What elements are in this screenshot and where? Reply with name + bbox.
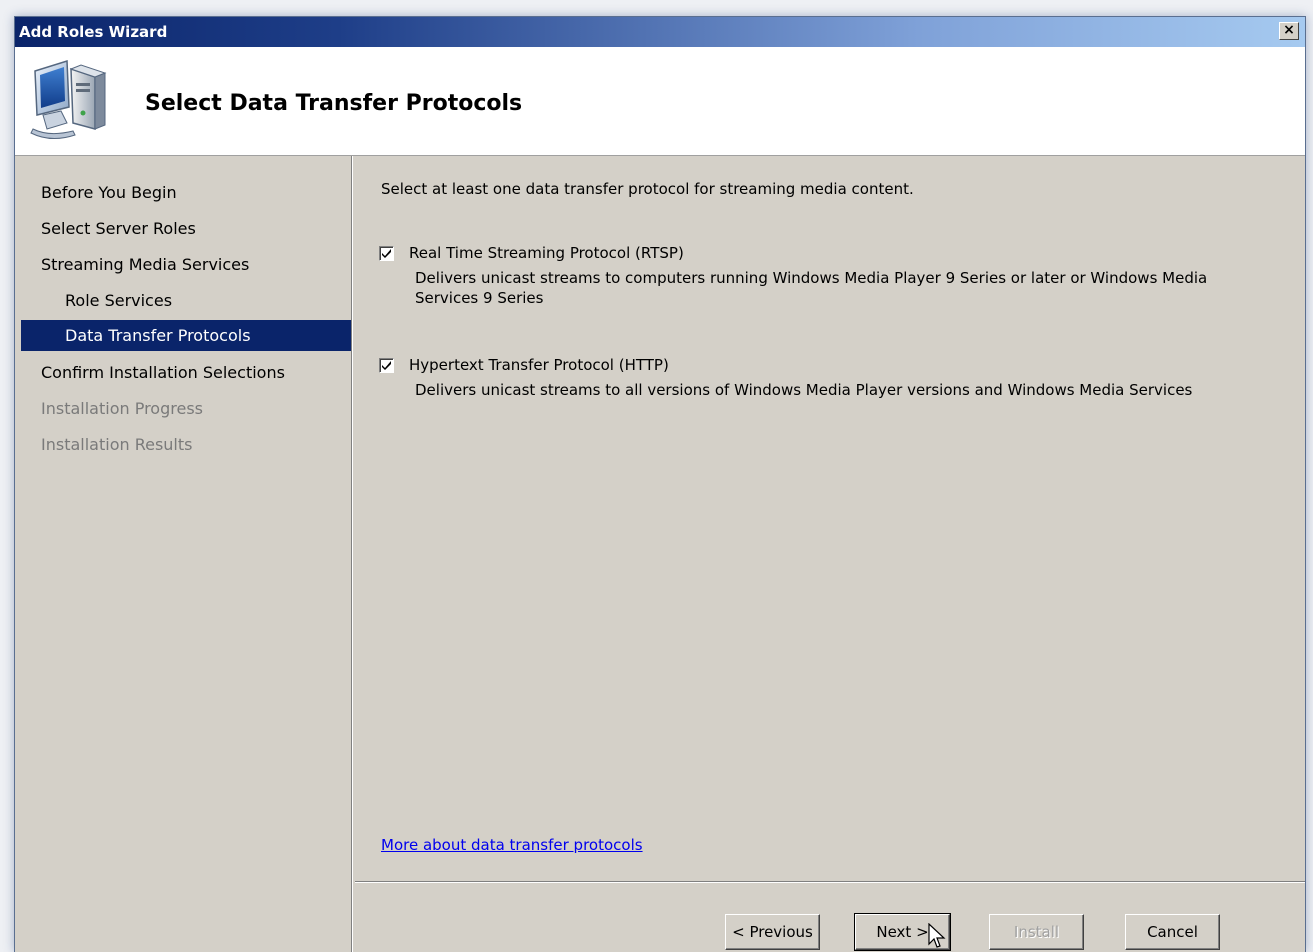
window-title: Add Roles Wizard bbox=[19, 23, 168, 41]
intro-text: Select at least one data transfer protoc… bbox=[381, 180, 914, 198]
checkmark-icon bbox=[382, 361, 391, 370]
step-confirm-installation-selections[interactable]: Confirm Installation Selections bbox=[21, 356, 351, 392]
http-checkbox[interactable] bbox=[379, 358, 394, 373]
computer-server-icon bbox=[30, 59, 107, 139]
button-separator bbox=[355, 881, 1305, 883]
wizard-steps-sidebar: Before You Begin Select Server Roles Str… bbox=[21, 156, 351, 952]
step-role-services[interactable]: Role Services bbox=[21, 284, 351, 320]
wizard-content: Select at least one data transfer protoc… bbox=[355, 156, 1305, 952]
install-button: Install bbox=[989, 914, 1084, 950]
checkmark-icon bbox=[382, 249, 391, 258]
step-installation-progress: Installation Progress bbox=[41, 399, 203, 418]
previous-button[interactable]: < Previous bbox=[725, 914, 820, 950]
rtsp-label[interactable]: Real Time Streaming Protocol (RTSP) bbox=[409, 244, 684, 262]
mouse-cursor-icon bbox=[928, 923, 946, 948]
more-about-protocols-link[interactable]: More about data transfer protocols bbox=[381, 836, 643, 854]
add-roles-wizard-window: Add Roles Wizard × Select Data Transfer … bbox=[14, 16, 1306, 952]
step-select-server-roles[interactable]: Select Server Roles bbox=[21, 212, 351, 248]
rtsp-description: Delivers unicast streams to computers ru… bbox=[415, 269, 1208, 307]
step-before-you-begin[interactable]: Before You Begin bbox=[21, 176, 351, 212]
title-bar[interactable]: Add Roles Wizard × bbox=[15, 17, 1305, 47]
step-installation-results: Installation Results bbox=[41, 435, 193, 454]
step-streaming-media-services[interactable]: Streaming Media Services bbox=[21, 248, 351, 284]
http-description: Delivers unicast streams to all versions… bbox=[415, 381, 1193, 399]
page-title: Select Data Transfer Protocols bbox=[145, 91, 523, 116]
close-button[interactable]: × bbox=[1279, 22, 1299, 40]
wizard-header: Select Data Transfer Protocols bbox=[15, 47, 1305, 156]
sidebar-divider bbox=[351, 156, 353, 952]
step-data-transfer-protocols[interactable]: Data Transfer Protocols bbox=[21, 320, 351, 351]
rtsp-checkbox[interactable] bbox=[379, 246, 394, 261]
cancel-button[interactable]: Cancel bbox=[1125, 914, 1220, 950]
http-label[interactable]: Hypertext Transfer Protocol (HTTP) bbox=[409, 356, 669, 374]
